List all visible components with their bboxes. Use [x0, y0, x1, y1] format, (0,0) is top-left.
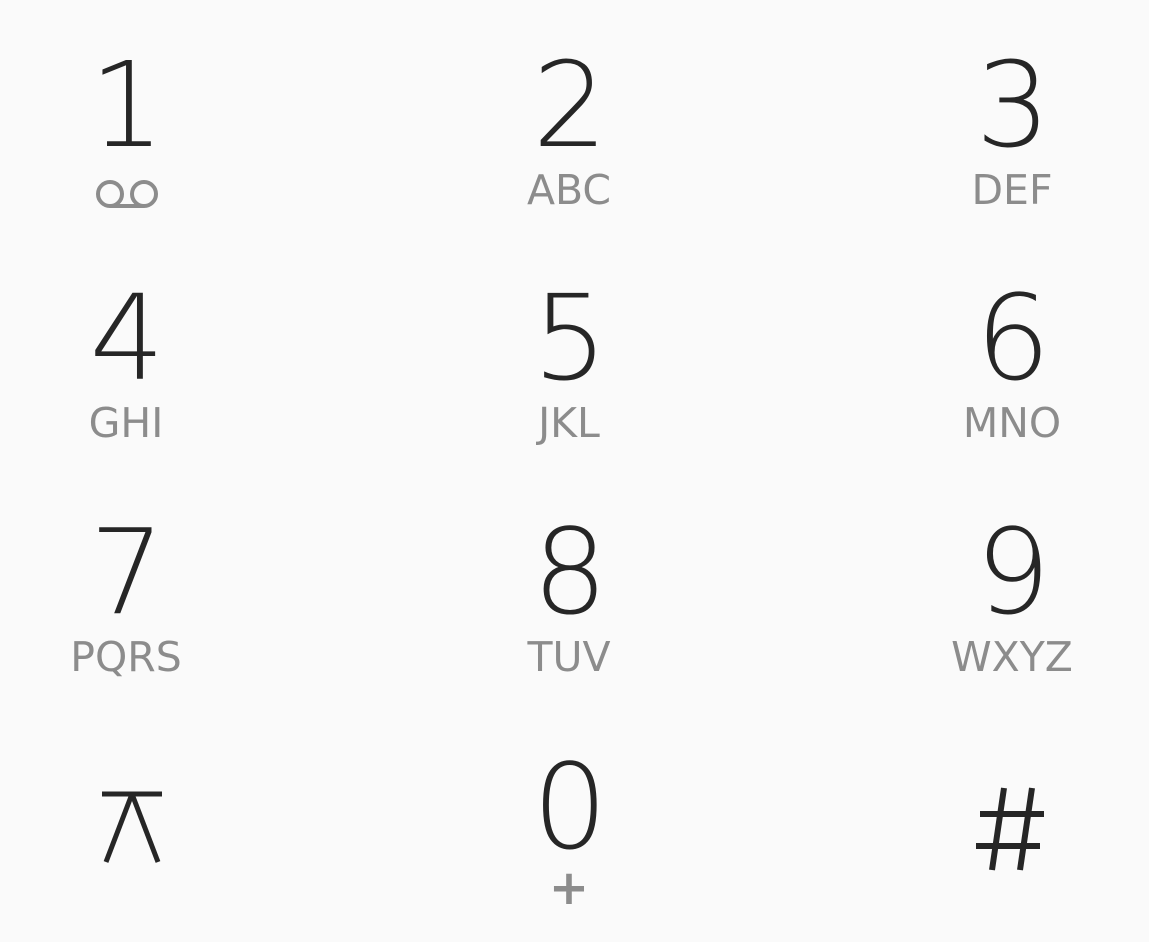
key-9[interactable]: 9 WXYZ — [892, 477, 1132, 707]
key-7-digit: 7 — [89, 503, 164, 641]
key-8[interactable]: 8 TUV — [449, 477, 689, 707]
voicemail-icon — [96, 180, 158, 208]
key-1-digit: 1 — [89, 36, 164, 174]
key-4-digit: 4 — [89, 269, 164, 407]
key-6[interactable]: 6 MNO — [892, 243, 1132, 473]
key-3-letters: DEF — [971, 166, 1053, 214]
key-7-letters: PQRS — [70, 633, 182, 681]
key-1[interactable]: 1 — [6, 10, 246, 240]
key-2[interactable]: 2 ABC — [449, 10, 689, 240]
key-8-digit: 8 — [532, 503, 607, 641]
key-4[interactable]: 4 GHI — [6, 243, 246, 473]
key-hash[interactable] — [892, 712, 1132, 942]
asterisk-icon — [102, 791, 162, 863]
key-5-digit: 5 — [532, 269, 607, 407]
hash-icon — [976, 787, 1044, 871]
key-8-letters: TUV — [527, 633, 611, 681]
key-9-letters: WXYZ — [951, 633, 1073, 681]
key-star[interactable] — [6, 712, 246, 942]
key-9-digit: 9 — [975, 503, 1050, 641]
key-0-digit: 0 — [532, 738, 607, 876]
key-2-digit: 2 — [532, 36, 607, 174]
key-0[interactable]: 0 + — [449, 712, 689, 942]
key-3-digit: 3 — [975, 36, 1050, 174]
key-5-letters: JKL — [538, 399, 600, 447]
key-6-digit: 6 — [975, 269, 1050, 407]
key-3[interactable]: 3 DEF — [892, 10, 1132, 240]
key-7[interactable]: 7 PQRS — [6, 477, 246, 707]
key-0-plus: + — [548, 860, 590, 916]
key-6-letters: MNO — [962, 399, 1062, 447]
key-2-letters: ABC — [526, 166, 612, 214]
key-5[interactable]: 5 JKL — [449, 243, 689, 473]
key-4-letters: GHI — [88, 399, 164, 447]
dialpad: 1 2 ABC 3 DEF 4 GHI 5 JKL 6 MNO 7 PQRS 8… — [0, 0, 1149, 916]
